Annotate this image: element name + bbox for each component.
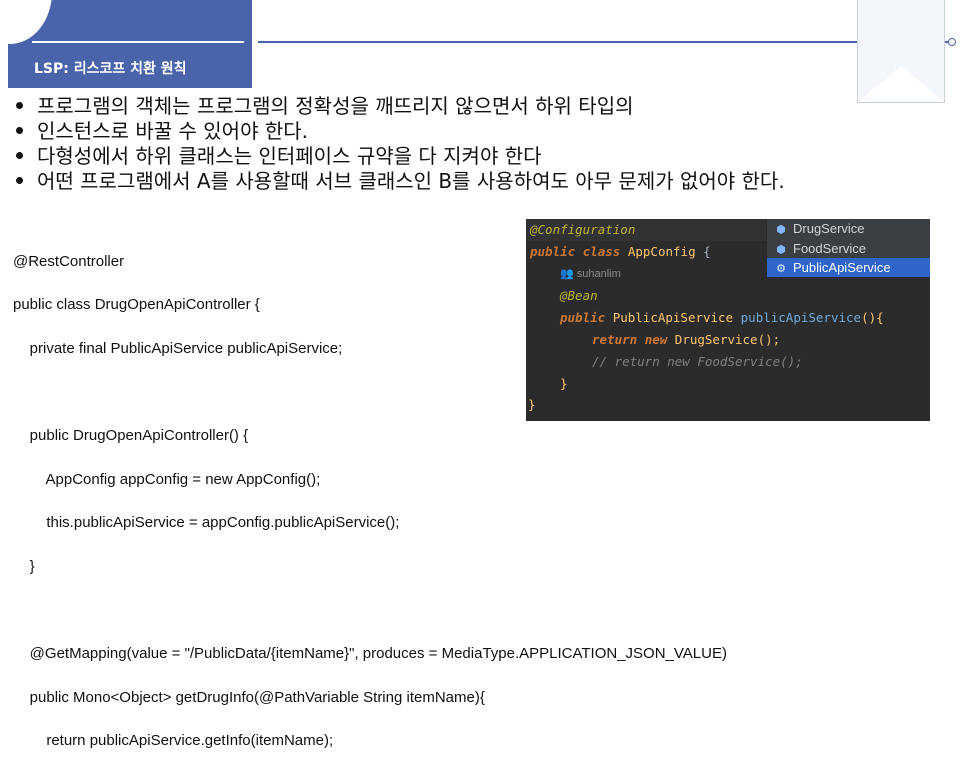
interface-icon: ⬢ — [776, 243, 786, 256]
keyword-new: new — [644, 332, 668, 347]
bullet-dot-icon — [16, 102, 23, 109]
configuration-annotation: @Configuration — [530, 222, 636, 237]
keyword-public: public — [530, 244, 576, 259]
popup-item-drugservice[interactable]: ⬢ DrugService — [767, 219, 930, 238]
hierarchy-icon: ⚙ — [776, 263, 786, 275]
brace-close: } — [528, 397, 536, 412]
bullet-item: 프로그램의 객체는 프로그램의 정확성을 깨뜨리지 않으면서 하위 타입의 — [12, 94, 785, 119]
bullet-text: 인스턴스로 바꿀 수 있어야 한다. — [37, 119, 308, 143]
bullet-item: 인스턴스로 바꿀 수 있어야 한다. — [12, 119, 785, 144]
ide-line-9: } — [528, 397, 536, 412]
interface-icon: ⬢ — [776, 224, 786, 236]
decorative-arc — [0, 0, 52, 44]
bookmark-decoration — [857, 0, 945, 103]
return-type: PublicApiService — [612, 310, 734, 325]
ide-line-7: // return new FoodService(); — [592, 354, 803, 369]
popup-item-label: PublicApiService — [793, 260, 891, 275]
popup-item-publicapiservice[interactable]: ⚙ PublicApiService — [767, 258, 930, 277]
bullet-text: 프로그램의 객체는 프로그램의 정확성을 깨뜨리지 않으면서 하위 타입의 — [37, 94, 634, 118]
header-divider — [258, 41, 858, 43]
keyword-return: return — [592, 332, 638, 347]
header-divider-dot — [948, 38, 956, 46]
ide-author-hint: 👥 suhanlim — [560, 267, 621, 280]
ide-line-1: @Configuration — [530, 222, 635, 237]
code-line: @GetMapping(value = "/PublicData/{itemNa… — [13, 645, 727, 663]
brace-close: } — [560, 376, 568, 391]
title-underline — [32, 41, 244, 43]
slide-title: LSP: 리스코프 치환 원칙 — [34, 61, 187, 77]
code-line: this.publicApiService = appConfig.public… — [13, 514, 400, 532]
ide-line-2: public class AppConfig { — [530, 244, 711, 259]
bullet-text: 어떤 프로그램에서 A를 사용할때 서브 클래스인 B를 사용하여도 아무 문제… — [37, 169, 785, 193]
code-line: AppConfig appConfig = new AppConfig(); — [13, 470, 321, 488]
method-signature-tail: (){ — [861, 310, 884, 325]
code-line: public DrugOpenApiController() { — [13, 427, 249, 445]
ide-line-5: public PublicApiService publicApiService… — [560, 310, 884, 325]
ide-line-4: @Bean — [560, 288, 598, 303]
user-icon: 👥 — [560, 268, 574, 280]
bullet-list: 프로그램의 객체는 프로그램의 정확성을 깨뜨리지 않으면서 하위 타입의 인스… — [12, 94, 785, 194]
code-line: return publicApiService.getInfo(itemName… — [13, 732, 334, 750]
code-line: } — [13, 557, 35, 575]
bullet-dot-icon — [16, 152, 23, 159]
bullet-item: 어떤 프로그램에서 A를 사용할때 서브 클래스인 B를 사용하여도 아무 문제… — [12, 169, 785, 194]
class-name: AppConfig — [627, 244, 696, 259]
popup-item-label: FoodService — [793, 240, 866, 256]
popup-item-foodservice[interactable]: ⬢ FoodService — [767, 239, 930, 258]
keyword-class: class — [582, 244, 621, 259]
popup-item-label: DrugService — [793, 221, 865, 236]
author-name: suhanlim — [576, 268, 621, 280]
bullet-text: 다형성에서 하위 클래스는 인터페이스 규약을 다 지켜야 한다 — [37, 144, 542, 168]
return-class: DrugService — [674, 332, 758, 347]
method-name: publicApiService — [740, 310, 862, 325]
bullet-dot-icon — [16, 177, 23, 184]
slide-title-box: LSP: 리스코프 치환 원칙 — [0, 0, 252, 88]
code-line: public Mono<Object> getDrugInfo(@PathVar… — [13, 688, 485, 706]
bullet-item: 다형성에서 하위 클래스는 인터페이스 규약을 다 지켜야 한다 — [12, 144, 785, 169]
commented-code: // return new FoodService(); — [592, 354, 803, 369]
ide-line-8: } — [560, 376, 568, 391]
brace-open: { — [703, 244, 711, 259]
bullet-dot-icon — [16, 127, 23, 134]
keyword-public: public — [560, 310, 606, 325]
return-tail: (); — [757, 332, 781, 347]
implementations-popup: ⬢ DrugService ⬢ FoodService ⚙ PublicApiServ… — [767, 219, 930, 277]
bean-annotation: @Bean — [560, 288, 598, 303]
ide-line-6: return new DrugService(); — [592, 332, 780, 347]
bookmark-notch — [858, 66, 944, 102]
